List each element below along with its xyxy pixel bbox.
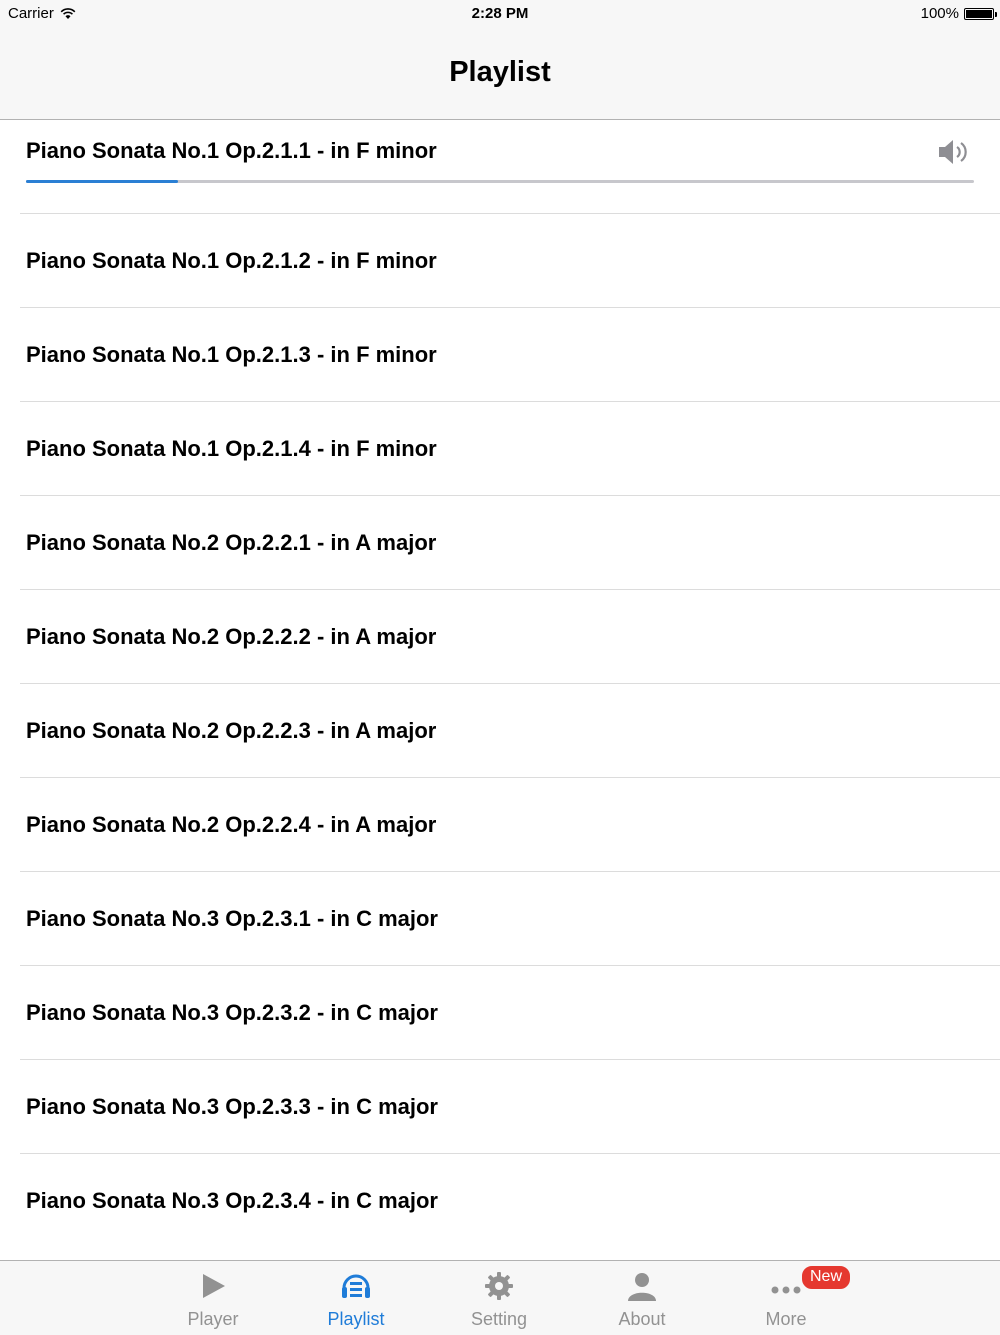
play-icon <box>203 1274 225 1298</box>
new-badge: New <box>800 1264 853 1291</box>
status-bar: Carrier 2:28 PM 100% <box>0 0 1000 26</box>
playlist-list[interactable]: Piano Sonata No.1 Op.2.1.1 - in F minor … <box>0 120 1000 1260</box>
progress-fill <box>26 180 178 183</box>
person-icon <box>628 1273 656 1301</box>
track-title: Piano Sonata No.1 Op.2.1.3 - in F minor <box>26 342 437 367</box>
track-title: Piano Sonata No.3 Op.2.3.1 - in C major <box>26 906 438 931</box>
track-row[interactable]: Piano Sonata No.2 Op.2.2.2 - in A major <box>20 589 1000 683</box>
more-icon <box>771 1286 801 1294</box>
track-title: Piano Sonata No.1 Op.2.1.4 - in F minor <box>26 436 437 461</box>
track-row[interactable]: Piano Sonata No.1 Op.2.1.2 - in F minor <box>20 213 1000 307</box>
track-title: Piano Sonata No.1 Op.2.1.2 - in F minor <box>26 248 437 273</box>
track-row[interactable]: Piano Sonata No.3 Op.2.3.1 - in C major <box>20 871 1000 965</box>
speaker-icon[interactable] <box>937 137 971 167</box>
status-right: 100% <box>920 5 997 22</box>
track-title: Piano Sonata No.2 Op.2.2.2 - in A major <box>26 624 437 649</box>
tab-about[interactable]: About <box>582 1261 702 1335</box>
track-row[interactable]: Piano Sonata No.2 Op.2.2.1 - in A major <box>20 495 1000 589</box>
tab-player-label: Player <box>187 1309 239 1329</box>
track-title: Piano Sonata No.3 Op.2.3.3 - in C major <box>26 1094 438 1119</box>
playlist-icon <box>342 1274 370 1298</box>
tab-playlist[interactable]: Playlist <box>296 1261 416 1335</box>
progress-bar[interactable] <box>26 180 974 183</box>
track-row[interactable]: Piano Sonata No.3 Op.2.3.2 - in C major <box>20 965 1000 1059</box>
track-title: Piano Sonata No.2 Op.2.2.3 - in A major <box>26 718 437 743</box>
now-playing-title: Piano Sonata No.1 Op.2.1.1 - in F minor <box>26 138 437 163</box>
now-playing-row[interactable]: Piano Sonata No.1 Op.2.1.1 - in F minor <box>0 120 1000 213</box>
track-title: Piano Sonata No.3 Op.2.3.2 - in C major <box>26 1000 438 1025</box>
track-row[interactable]: Piano Sonata No.2 Op.2.2.3 - in A major <box>20 683 1000 777</box>
status-time: 2:28 PM <box>471 5 529 22</box>
tab-setting[interactable]: Setting <box>439 1261 559 1335</box>
track-row[interactable]: Piano Sonata No.1 Op.2.1.4 - in F minor <box>20 401 1000 495</box>
track-row[interactable]: Piano Sonata No.3 Op.2.3.4 - in C major <box>20 1153 1000 1247</box>
tab-playlist-label: Playlist <box>327 1309 385 1329</box>
track-row[interactable]: Piano Sonata No.2 Op.2.2.4 - in A major <box>20 777 1000 871</box>
tab-setting-label: Setting <box>470 1309 528 1329</box>
tab-about-label: About <box>618 1309 666 1329</box>
track-title: Piano Sonata No.2 Op.2.2.4 - in A major <box>26 812 437 837</box>
gear-icon <box>485 1272 513 1300</box>
navigation-bar: Playlist <box>0 26 1000 120</box>
tab-player[interactable]: Player <box>153 1261 273 1335</box>
tab-more-label: More <box>765 1309 807 1329</box>
track-title: Piano Sonata No.2 Op.2.2.1 - in A major <box>26 530 437 555</box>
track-row[interactable]: Piano Sonata No.1 Op.2.1.3 - in F minor <box>20 307 1000 401</box>
track-rows: Piano Sonata No.1 Op.2.1.2 - in F minor P… <box>0 213 1000 1247</box>
track-title: Piano Sonata No.3 Op.2.3.4 - in C major <box>26 1188 438 1213</box>
track-row[interactable]: Piano Sonata No.3 Op.2.3.3 - in C major <box>20 1059 1000 1153</box>
battery-percent: 100% <box>920 5 959 22</box>
battery-icon <box>964 7 997 20</box>
page-title: Playlist <box>449 56 551 88</box>
